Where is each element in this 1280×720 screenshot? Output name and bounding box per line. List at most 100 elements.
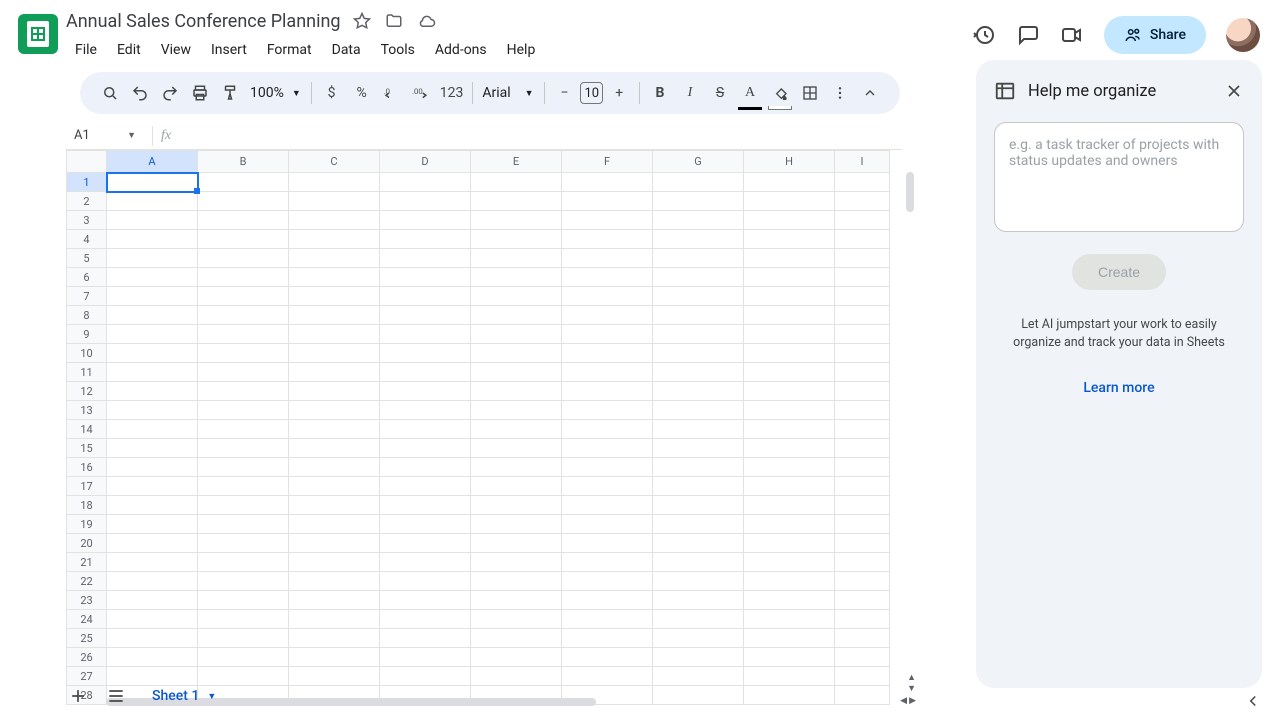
cell[interactable] [289,591,380,610]
row-header[interactable]: 19 [67,515,107,534]
cell[interactable] [289,363,380,382]
redo-icon[interactable] [156,79,184,107]
cell[interactable] [289,629,380,648]
cell[interactable] [562,230,653,249]
borders-button[interactable] [796,79,824,107]
cell[interactable] [744,382,835,401]
cell[interactable] [835,230,890,249]
cell[interactable] [562,268,653,287]
cell[interactable] [107,401,198,420]
cell[interactable] [198,591,289,610]
cell[interactable] [744,591,835,610]
cell[interactable] [471,211,562,230]
column-header[interactable]: D [380,151,471,173]
cell[interactable] [198,287,289,306]
cell[interactable] [562,648,653,667]
cell[interactable] [107,230,198,249]
cell[interactable] [471,458,562,477]
cell[interactable] [653,667,744,686]
cell[interactable] [289,192,380,211]
cell[interactable] [471,439,562,458]
row-header[interactable]: 3 [67,211,107,230]
cell[interactable] [471,192,562,211]
number-format-button[interactable]: 123 [438,79,466,107]
cell[interactable] [198,572,289,591]
cell[interactable] [198,648,289,667]
cell[interactable] [107,477,198,496]
sheets-app-icon[interactable] [18,14,58,54]
cell[interactable] [198,458,289,477]
cell[interactable] [471,420,562,439]
cell[interactable] [562,382,653,401]
cell[interactable] [198,420,289,439]
cell[interactable] [380,439,471,458]
font-size-input[interactable]: 10 [580,82,603,104]
cell[interactable] [198,173,289,192]
cell[interactable] [744,534,835,553]
cell[interactable] [107,515,198,534]
cell[interactable] [653,363,744,382]
cell[interactable] [471,173,562,192]
menu-data[interactable]: Data [323,38,370,62]
select-all-corner[interactable] [67,151,107,173]
cell[interactable] [744,363,835,382]
row-header[interactable]: 7 [67,287,107,306]
cell[interactable] [653,648,744,667]
cell[interactable] [835,667,890,686]
cell[interactable] [107,591,198,610]
cell[interactable] [653,629,744,648]
cell[interactable] [562,325,653,344]
cell[interactable] [744,192,835,211]
star-icon[interactable] [353,12,371,30]
column-header[interactable]: I [835,151,890,173]
cell[interactable] [835,477,890,496]
cell[interactable] [653,249,744,268]
row-header[interactable]: 22 [67,572,107,591]
cell[interactable] [107,648,198,667]
sheet-tab-active[interactable]: Sheet 1 ▼ [142,682,226,710]
cell[interactable] [835,496,890,515]
cell[interactable] [744,401,835,420]
cell[interactable] [744,648,835,667]
cell[interactable] [380,249,471,268]
cell[interactable] [744,420,835,439]
cell[interactable] [471,629,562,648]
column-header[interactable]: C [289,151,380,173]
row-header[interactable]: 24 [67,610,107,629]
cell[interactable] [380,401,471,420]
cell[interactable] [835,553,890,572]
cell[interactable] [107,382,198,401]
cell[interactable] [562,610,653,629]
cell[interactable] [653,306,744,325]
cell[interactable] [289,534,380,553]
cell[interactable] [289,211,380,230]
cell[interactable] [198,553,289,572]
cell[interactable] [380,553,471,572]
history-icon[interactable] [972,23,996,47]
cell[interactable] [198,344,289,363]
cell[interactable] [198,477,289,496]
cell[interactable] [744,325,835,344]
cell-name-box[interactable]: A1 ▼ [66,124,144,148]
scroll-up-icon[interactable]: ▲ [907,672,916,683]
expand-side-panel-icon[interactable] [1244,692,1262,710]
cell[interactable] [835,173,890,192]
cell[interactable] [471,382,562,401]
cell[interactable] [198,306,289,325]
column-header[interactable]: B [198,151,289,173]
column-header[interactable]: F [562,151,653,173]
cell[interactable] [198,496,289,515]
cell[interactable] [653,192,744,211]
cell[interactable] [835,192,890,211]
row-header[interactable]: 25 [67,629,107,648]
share-button[interactable]: Share [1104,16,1206,54]
comments-icon[interactable] [1016,23,1040,47]
cell[interactable] [835,648,890,667]
cell[interactable] [198,325,289,344]
paint-format-icon[interactable] [216,79,244,107]
cell[interactable] [835,610,890,629]
cell[interactable] [289,249,380,268]
cell[interactable] [289,477,380,496]
cell[interactable] [107,325,198,344]
cell[interactable] [289,496,380,515]
